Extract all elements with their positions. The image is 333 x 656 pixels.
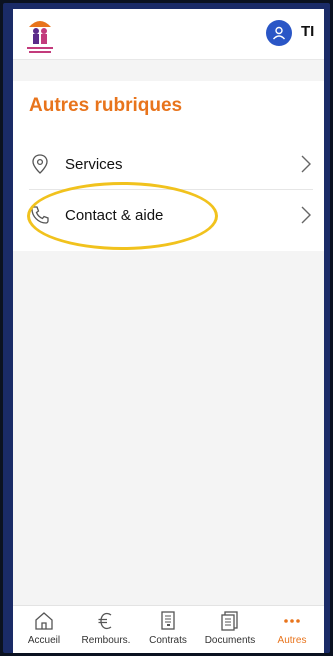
top-bar: TI <box>13 9 324 60</box>
user-initials: TI <box>301 23 315 40</box>
section-title: Autres rubriques <box>29 95 183 116</box>
app-screen: TI Autres rubriques Services Contact & a… <box>13 9 324 653</box>
chevron-right-icon <box>301 155 311 173</box>
brand-logo <box>23 13 57 57</box>
tab-label: Accueil <box>27 635 61 646</box>
location-pin-icon <box>32 154 48 174</box>
folder-document-icon <box>221 611 238 631</box>
more-dots-icon <box>284 619 300 623</box>
tab-contrats[interactable]: Contrats <box>137 610 199 653</box>
document-icon <box>161 611 175 630</box>
tab-accueil[interactable]: Accueil <box>13 610 75 653</box>
device-frame: TI Autres rubriques Services Contact & a… <box>3 3 330 653</box>
chevron-right-icon <box>301 206 311 224</box>
tab-autres[interactable]: Autres <box>261 610 323 653</box>
bottom-tab-bar: Accueil Rembours. Contrats Documents Aut… <box>13 605 324 653</box>
tab-label: Autres <box>277 635 307 646</box>
tab-label: Documents <box>204 635 256 646</box>
user-avatar[interactable] <box>266 20 292 46</box>
tab-remboursements[interactable]: Rembours. <box>75 610 137 653</box>
tab-label: Rembours. <box>81 635 131 646</box>
tab-documents[interactable]: Documents <box>199 610 261 653</box>
euro-icon <box>98 612 112 630</box>
home-icon <box>35 612 53 630</box>
menu-item-label: Services <box>65 155 123 173</box>
tab-label: Contrats <box>149 635 187 646</box>
menu-item-services[interactable]: Services <box>29 139 312 189</box>
highlight-ellipse <box>27 182 218 250</box>
user-icon <box>272 26 286 40</box>
